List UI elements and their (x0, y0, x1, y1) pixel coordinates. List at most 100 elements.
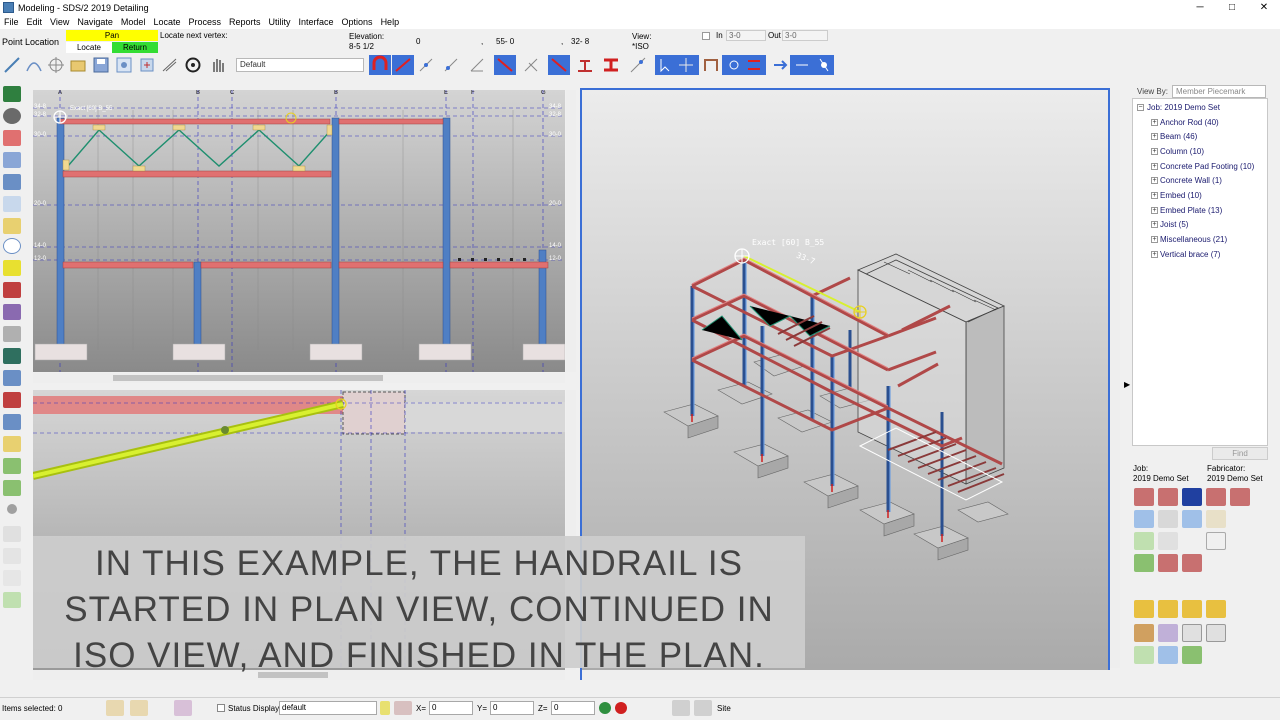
anchor-tool-icon[interactable] (3, 370, 21, 386)
tree-expand-icon[interactable]: + (1151, 251, 1158, 258)
gear-icon[interactable] (3, 108, 21, 124)
faded-tool-icon-4[interactable] (3, 592, 21, 608)
bolt-tool-icon[interactable] (3, 414, 21, 430)
y-input[interactable]: 0 (490, 701, 534, 715)
snap-target-icon[interactable] (392, 55, 414, 75)
return-button[interactable]: Return (112, 42, 158, 53)
menu-locate[interactable]: Locate (149, 15, 184, 29)
job-tool-icon[interactable] (1158, 488, 1178, 506)
beam-tool-icon[interactable] (3, 130, 21, 146)
tree-expand-icon[interactable]: + (1151, 148, 1158, 155)
add-tool-icon[interactable] (3, 458, 21, 474)
member-icon[interactable] (575, 55, 595, 75)
tool-icon[interactable] (1158, 554, 1178, 572)
snap-point-icon[interactable] (416, 55, 436, 75)
job-tool-icon[interactable] (1134, 488, 1154, 506)
menu-edit[interactable]: Edit (23, 15, 47, 29)
locate-button[interactable]: Locate (66, 42, 112, 53)
view-by-select[interactable]: Member Piecemark (1172, 85, 1266, 98)
tree-item[interactable]: Embed (10) (1160, 191, 1202, 200)
settings-icon[interactable] (137, 55, 157, 75)
rail-tool-icon[interactable] (3, 282, 21, 298)
column-tool-icon[interactable] (3, 152, 21, 168)
tree-item[interactable]: Embed Plate (13) (1160, 206, 1222, 215)
status-tool-icon[interactable] (106, 700, 124, 716)
faded-tool-icon-1[interactable] (3, 526, 21, 542)
help-icon[interactable] (1206, 532, 1226, 550)
grid-tool-icon[interactable] (3, 260, 21, 276)
job-tool-icon[interactable] (1230, 488, 1250, 506)
in-out-checkbox[interactable] (702, 32, 710, 40)
measure-icon[interactable] (160, 55, 180, 75)
tool-icon[interactable] (1158, 646, 1178, 664)
wall-tool-icon[interactable] (3, 326, 21, 342)
menu-view[interactable]: View (46, 15, 73, 29)
frame-icon[interactable] (701, 55, 721, 75)
tree-item[interactable]: Concrete Wall (1) (1160, 176, 1222, 185)
person-tool-icon[interactable] (3, 348, 21, 364)
cancel-icon[interactable] (615, 702, 627, 714)
maximize-button[interactable]: □ (1216, 0, 1248, 15)
tool-icon[interactable] (1182, 646, 1202, 664)
menu-reports[interactable]: Reports (225, 15, 265, 29)
menu-process[interactable]: Process (184, 15, 225, 29)
menu-help[interactable]: Help (377, 15, 404, 29)
tool-icon[interactable] (1158, 532, 1178, 550)
tool-icon[interactable] (1206, 600, 1226, 618)
tree-expand-icon[interactable]: + (1151, 192, 1158, 199)
list-icon[interactable] (1182, 624, 1202, 642)
menu-navigate[interactable]: Navigate (73, 15, 117, 29)
tool-icon[interactable] (1158, 624, 1178, 642)
magnet-snap-icon[interactable] (369, 55, 391, 75)
plate-tool-icon[interactable] (3, 196, 21, 212)
z-input[interactable]: 0 (551, 701, 595, 715)
tree-item[interactable]: Vertical brace (7) (1160, 250, 1220, 259)
minimize-button[interactable]: ─ (1184, 0, 1216, 15)
brace-icon[interactable] (628, 55, 648, 75)
elevation-h-scrollbar[interactable] (33, 373, 565, 383)
pan-tool-icon[interactable] (46, 55, 66, 75)
view-tools-icon[interactable] (790, 55, 834, 75)
tool-icon[interactable] (1206, 510, 1226, 528)
open-icon[interactable] (68, 55, 88, 75)
lock-icon[interactable] (380, 701, 390, 715)
faded-tool-icon-2[interactable] (3, 548, 21, 564)
in-input[interactable]: 3-0 (726, 30, 766, 41)
beam-icon[interactable] (601, 55, 621, 75)
snap-end-icon[interactable] (467, 55, 487, 75)
tool-icon[interactable] (1182, 554, 1202, 572)
site-tool-icon[interactable] (672, 700, 690, 716)
menu-interface[interactable]: Interface (295, 15, 338, 29)
panel-expand-icon[interactable]: ▶ (1124, 380, 1130, 389)
faded-tool-icon-3[interactable] (3, 570, 21, 586)
job-tool-icon[interactable] (1206, 488, 1226, 506)
list-icon[interactable] (1206, 624, 1226, 642)
pan-button[interactable]: Pan (66, 30, 158, 41)
tree-expand-icon[interactable]: + (1151, 236, 1158, 243)
menu-file[interactable]: File (0, 15, 23, 29)
tree-item[interactable]: Anchor Rod (40) (1160, 118, 1219, 127)
stair-tool-icon[interactable] (3, 304, 21, 320)
tool-icon[interactable] (1158, 510, 1178, 528)
brace-tool-icon[interactable] (3, 174, 21, 190)
clip-icon[interactable] (1182, 510, 1202, 528)
iso-v-scrollbar[interactable] (1110, 90, 1120, 668)
tree-expand-icon[interactable]: + (1151, 177, 1158, 184)
snap-perp-icon[interactable] (548, 55, 570, 75)
snap-intersect-icon[interactable] (521, 55, 541, 75)
snap-mid-icon[interactable] (441, 55, 461, 75)
tool-icon[interactable] (1134, 532, 1154, 550)
tool-icon[interactable] (1134, 554, 1154, 572)
tool-icon[interactable] (1182, 600, 1202, 618)
tool-icon[interactable] (1134, 646, 1154, 664)
out-input[interactable]: 3-0 (782, 30, 828, 41)
circle-tool-icon[interactable] (3, 238, 21, 254)
x-input[interactable]: 0 (429, 701, 473, 715)
tree-item[interactable]: Beam (46) (1160, 132, 1197, 141)
status-display-select[interactable]: default (279, 701, 377, 715)
line-tool-icon[interactable] (2, 55, 22, 75)
tree-expand-icon[interactable]: + (1151, 119, 1158, 126)
tool-icon[interactable] (1134, 600, 1154, 618)
joist-tool-icon[interactable] (3, 218, 21, 234)
view-combo[interactable]: Default (236, 58, 364, 72)
